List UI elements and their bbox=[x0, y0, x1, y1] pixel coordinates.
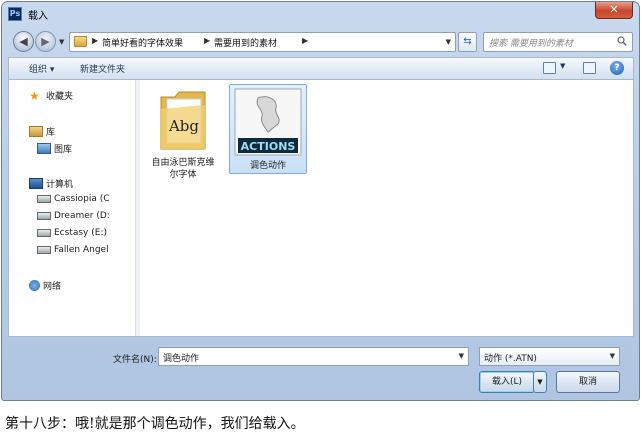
cancel-button[interactable]: 取消 bbox=[556, 371, 620, 393]
sidebar-item-computer[interactable]: 计算机 bbox=[29, 177, 73, 190]
dialog-title: 载入 bbox=[28, 11, 48, 22]
view-dropdown-icon[interactable]: ▼ bbox=[560, 62, 565, 70]
filename-dropdown-icon[interactable]: ▼ bbox=[459, 352, 464, 360]
sidebar-item-label: 库 bbox=[46, 128, 56, 138]
chevron-right-icon[interactable]: ▶ bbox=[302, 36, 308, 45]
file-item-actions[interactable]: ACTIONS 调色动作 bbox=[229, 84, 307, 174]
organize-menu[interactable]: 组织 ▾ bbox=[29, 62, 54, 75]
address-row: ◀ ▶ ▼ ▶ 简单好看的字体效果 ▶ 需要用到的素材 ▶ ▼ ⇆ 搜索 需要用… bbox=[2, 29, 639, 55]
navigation-scrollbar[interactable] bbox=[136, 80, 140, 336]
chevron-down-icon: ▼ bbox=[609, 352, 615, 360]
close-button[interactable]: ✕ bbox=[595, 2, 633, 19]
sidebar-item-label: 收藏夹 bbox=[46, 92, 74, 102]
drive-icon bbox=[37, 229, 51, 237]
help-icon[interactable]: ? bbox=[610, 61, 624, 75]
chevron-right-icon[interactable]: ▶ bbox=[92, 36, 98, 45]
sidebar-item-pictures[interactable]: 图库 bbox=[37, 142, 72, 155]
history-dropdown-icon[interactable]: ▼ bbox=[59, 38, 64, 46]
search-icon bbox=[617, 36, 627, 46]
command-bar: 组织 ▾ 新建文件夹 ▼ ? bbox=[8, 57, 634, 79]
star-icon: ★ bbox=[29, 89, 40, 103]
address-bar[interactable]: ▶ 简单好看的字体效果 ▶ 需要用到的素材 ▶ ▼ bbox=[69, 32, 456, 52]
load-options-button[interactable]: ▼ bbox=[533, 371, 547, 393]
title-bar: Ps 载入 ✕ bbox=[2, 2, 639, 27]
sidebar-item-library[interactable]: 库 bbox=[29, 125, 55, 138]
filename-label: 文件名(N): bbox=[113, 355, 157, 365]
photoshop-icon: Ps bbox=[8, 7, 22, 21]
new-folder-button[interactable]: 新建文件夹 bbox=[80, 62, 125, 75]
sidebar-item-label: Ecstasy (E:) bbox=[54, 228, 107, 238]
pictures-icon bbox=[37, 143, 51, 154]
sidebar-item-label: 计算机 bbox=[46, 180, 74, 190]
address-dropdown-icon[interactable]: ▼ bbox=[446, 38, 451, 46]
sidebar-item-label: Fallen Angel bbox=[54, 245, 109, 255]
forward-button[interactable]: ▶ bbox=[35, 31, 56, 52]
sidebar-item-favorites[interactable]: ★ 收藏夹 bbox=[29, 89, 73, 103]
navigation-pane: ★ 收藏夹 库 图库 计算机 Cassiopia (C Dreamer (D: E… bbox=[9, 80, 136, 336]
sidebar-item-network[interactable]: 网络 bbox=[29, 279, 61, 292]
network-icon bbox=[29, 280, 40, 291]
sidebar-item-label: 网络 bbox=[43, 282, 62, 292]
view-options-icon[interactable] bbox=[543, 62, 556, 74]
breadcrumb-item[interactable]: 简单好看的字体效果 bbox=[102, 36, 183, 49]
breadcrumb-item[interactable]: 需要用到的素材 bbox=[214, 36, 277, 49]
file-item-font-folder[interactable]: Abg 自由泳巴斯克维 尔字体 bbox=[149, 85, 217, 181]
file-name-line: 尔字体 bbox=[169, 170, 197, 180]
file-preview-text: Abg bbox=[168, 117, 199, 135]
load-dialog: Ps 载入 ✕ ◀ ▶ ▼ ▶ 简单好看的字体效果 ▶ 需要用到的素材 ▶ ▼ … bbox=[1, 1, 640, 401]
actions-badge-text: ACTIONS bbox=[241, 140, 296, 153]
sidebar-item-drive[interactable]: Fallen Angel bbox=[37, 245, 109, 255]
folder-icon bbox=[74, 36, 87, 47]
sidebar-item-label: 图库 bbox=[54, 145, 73, 155]
computer-icon bbox=[29, 178, 43, 189]
search-placeholder: 搜索 需要用到的素材 bbox=[489, 39, 573, 49]
search-input[interactable]: 搜索 需要用到的素材 bbox=[483, 32, 633, 52]
sidebar-item-label: Cassiopia (C bbox=[54, 194, 110, 204]
drive-icon bbox=[37, 246, 51, 254]
filetype-value: 动作 (*.ATN) bbox=[484, 354, 537, 364]
chevron-right-icon[interactable]: ▶ bbox=[204, 36, 210, 45]
filetype-select[interactable]: 动作 (*.ATN) ▼ bbox=[479, 347, 620, 366]
tutorial-caption: 第十八步：哦!就是那个调色动作，我们给载入。 bbox=[5, 416, 305, 432]
load-button[interactable]: 载入(L) bbox=[479, 371, 535, 393]
filename-value: 调色动作 bbox=[163, 354, 200, 364]
filename-field[interactable]: 调色动作 ▼ bbox=[158, 347, 469, 366]
preview-pane-icon[interactable] bbox=[583, 62, 596, 74]
file-name-line: 自由泳巴斯克维 bbox=[151, 158, 215, 168]
sidebar-item-label: Dreamer (D: bbox=[54, 211, 110, 221]
sidebar-item-drive[interactable]: Ecstasy (E:) bbox=[37, 228, 107, 238]
back-button[interactable]: ◀ bbox=[13, 31, 34, 52]
library-icon bbox=[29, 126, 43, 137]
folder-icon: Abg bbox=[160, 91, 206, 150]
refresh-button[interactable]: ⇆ bbox=[458, 32, 477, 52]
actions-file-icon: ACTIONS bbox=[234, 88, 302, 156]
drive-icon bbox=[37, 212, 51, 220]
sidebar-item-drive[interactable]: Dreamer (D: bbox=[37, 211, 110, 221]
file-name-line: 调色动作 bbox=[249, 161, 286, 171]
sidebar-item-drive[interactable]: Cassiopia (C bbox=[37, 194, 110, 204]
drive-icon bbox=[37, 195, 51, 203]
browser-panes: ★ 收藏夹 库 图库 计算机 Cassiopia (C Dreamer (D: E… bbox=[8, 79, 634, 337]
